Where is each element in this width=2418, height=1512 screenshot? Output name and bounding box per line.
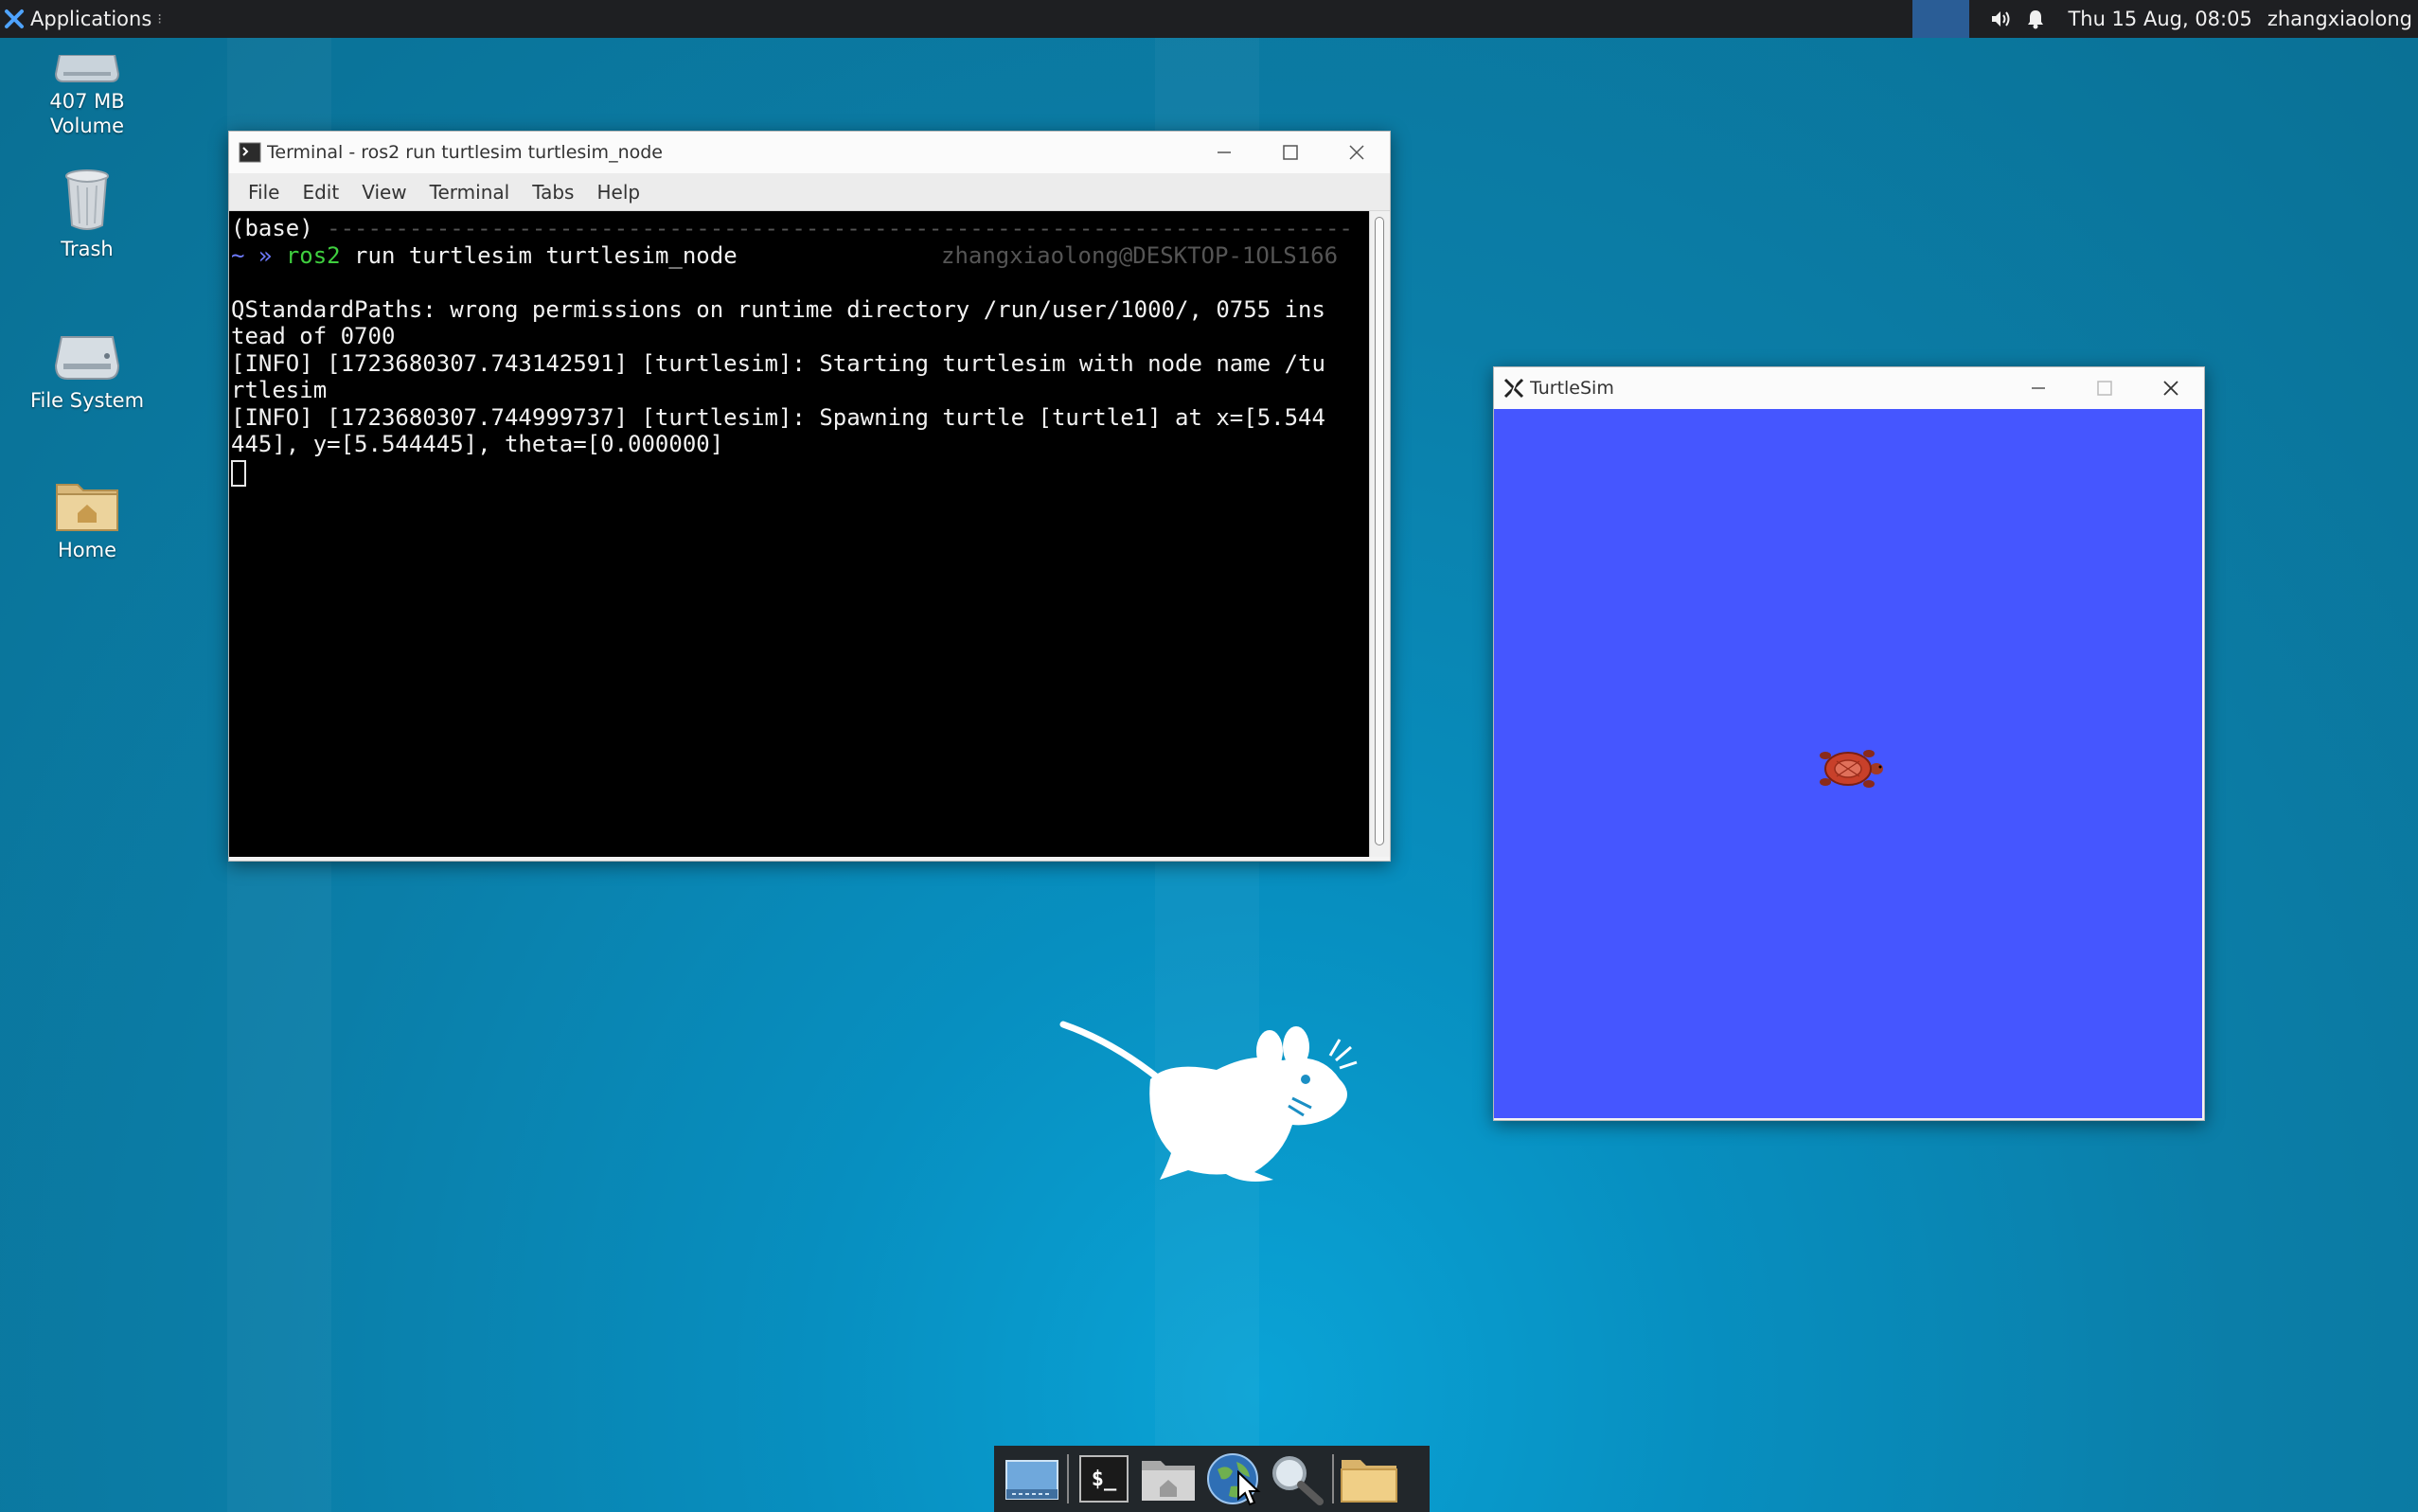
- notification-bell-icon[interactable]: [2018, 0, 2053, 38]
- terminal-window: Terminal - ros2 run turtlesim turtlesim_…: [228, 131, 1391, 862]
- minimize-icon: [2032, 387, 2045, 389]
- terminal-scrollbar[interactable]: [1369, 211, 1390, 857]
- prompt-host: zhangxiaolong@DESKTOP-1OLS166: [941, 241, 1339, 269]
- prompt-line: (base) ---------------------------------…: [231, 215, 1369, 242]
- output-line: 445], y=[5.544445], theta=[0.000000]: [231, 431, 724, 457]
- scrollbar-thumb[interactable]: [1375, 217, 1384, 845]
- turtlesim-titlebar[interactable]: TurtleSim: [1494, 367, 2204, 409]
- maximize-button[interactable]: [1257, 132, 1324, 173]
- prompt-env: (base): [231, 215, 313, 241]
- dock-folder[interactable]: [1337, 1448, 1401, 1510]
- prompt-rule: ----------------------------------------…: [312, 215, 1353, 241]
- terminal-output[interactable]: (base) ---------------------------------…: [229, 211, 1369, 857]
- desktop-icon-file-system[interactable]: File System: [16, 322, 158, 413]
- volume-icon[interactable]: [1984, 0, 2018, 38]
- output-line: [INFO] [1723680307.743142591] [turtlesim…: [231, 349, 1325, 377]
- desktop-icon-label: Trash: [61, 238, 114, 260]
- close-icon: [1349, 145, 1364, 160]
- close-button[interactable]: [2138, 367, 2204, 409]
- clock[interactable]: Thu 15 Aug, 08:05: [2068, 8, 2251, 30]
- workspace-switcher[interactable]: [1912, 0, 1970, 38]
- maximize-icon: [1283, 145, 1298, 160]
- drive-icon: [54, 38, 120, 83]
- dock-web-browser[interactable]: [1200, 1448, 1265, 1510]
- command-name: ros2: [285, 241, 341, 269]
- drive-icon: [54, 322, 120, 382]
- dock: $_: [994, 1446, 1430, 1512]
- terminal-menubar: File Edit View Terminal Tabs Help: [229, 173, 1390, 211]
- turtlesim-window: TurtleSim: [1493, 366, 2205, 1121]
- text-cursor: [231, 459, 246, 487]
- cursor-line: [231, 458, 1369, 487]
- turtlesim-canvas: [1494, 409, 2202, 1118]
- xfce-logo-icon: [5, 9, 24, 28]
- output-line: rtlesim: [231, 377, 328, 403]
- dock-separator: [1067, 1454, 1069, 1503]
- search-icon: [1272, 1456, 1324, 1505]
- dock-separator: [1332, 1454, 1334, 1503]
- menu-file[interactable]: File: [237, 181, 291, 204]
- xfce-mouse-mascot: [1059, 1021, 1358, 1182]
- terminal-glyph: $_: [1091, 1467, 1117, 1491]
- terminal-titlebar[interactable]: Terminal - ros2 run turtlesim turtlesim_…: [229, 132, 1390, 173]
- maximize-button[interactable]: [2071, 367, 2138, 409]
- dock-show-desktop[interactable]: [1000, 1448, 1064, 1510]
- desktop-icon-label: File System: [29, 389, 145, 412]
- output-line: [INFO] [1723680307.744999737] [turtlesim…: [231, 403, 1325, 431]
- user-menu[interactable]: zhangxiaolong: [2267, 8, 2418, 30]
- terminal-icon: $_: [1079, 1455, 1129, 1503]
- turtle-icon: [1820, 750, 1883, 788]
- desktop-icon-home[interactable]: Home: [16, 471, 158, 562]
- top-panel: Applications ⁝ Thu 15 Aug, 08:05 zhangxi…: [0, 0, 2418, 38]
- desktop-icon-label: 407 MB Volume: [49, 90, 125, 137]
- menu-edit[interactable]: Edit: [291, 181, 350, 204]
- trash-icon: [54, 169, 120, 231]
- menu-view[interactable]: View: [350, 181, 418, 204]
- desktop-icon-volume[interactable]: 407 MB Volume: [16, 38, 158, 138]
- menu-terminal[interactable]: Terminal: [418, 181, 522, 204]
- maximize-icon: [2097, 381, 2112, 396]
- home-folder-icon: [54, 471, 120, 532]
- mouse-pointer-icon: [1237, 1470, 1261, 1506]
- show-desktop-icon: [1005, 1460, 1058, 1500]
- drag-handle-icon: ⁝: [157, 10, 162, 27]
- window-title: TurtleSim: [1530, 378, 1614, 399]
- dock-search[interactable]: [1265, 1448, 1329, 1510]
- terminal-body[interactable]: (base) ---------------------------------…: [229, 211, 1390, 857]
- window-title: Terminal - ros2 run turtlesim turtlesim_…: [267, 142, 663, 163]
- minimize-icon: [1218, 151, 1231, 153]
- output-line: tead of 0700: [231, 323, 396, 349]
- folder-icon: [1341, 1460, 1397, 1503]
- close-button[interactable]: [1324, 132, 1390, 173]
- minimize-button[interactable]: [2005, 367, 2071, 409]
- home-folder-icon: [1142, 1461, 1195, 1501]
- applications-label: Applications: [30, 8, 152, 30]
- dock-terminal[interactable]: $_: [1072, 1448, 1136, 1510]
- menu-tabs[interactable]: Tabs: [521, 181, 585, 204]
- terminal-app-icon: [239, 142, 261, 163]
- applications-menu[interactable]: Applications ⁝: [0, 0, 168, 38]
- prompt-symbol: ~ »: [231, 241, 273, 269]
- menu-help[interactable]: Help: [585, 181, 651, 204]
- dock-home-folder[interactable]: [1136, 1448, 1200, 1510]
- command-line: ~ » ros2 run turtlesim turtlesim_node zha…: [231, 242, 1369, 270]
- desktop-icon-trash[interactable]: Trash: [16, 169, 158, 261]
- command-args: run turtlesim turtlesim_node: [340, 241, 738, 269]
- x11-app-icon: [1503, 378, 1524, 399]
- output-line: QStandardPaths: wrong permissions on run…: [231, 295, 1325, 323]
- minimize-button[interactable]: [1191, 132, 1257, 173]
- desktop-icon-label: Home: [57, 539, 116, 561]
- close-icon: [2163, 381, 2178, 396]
